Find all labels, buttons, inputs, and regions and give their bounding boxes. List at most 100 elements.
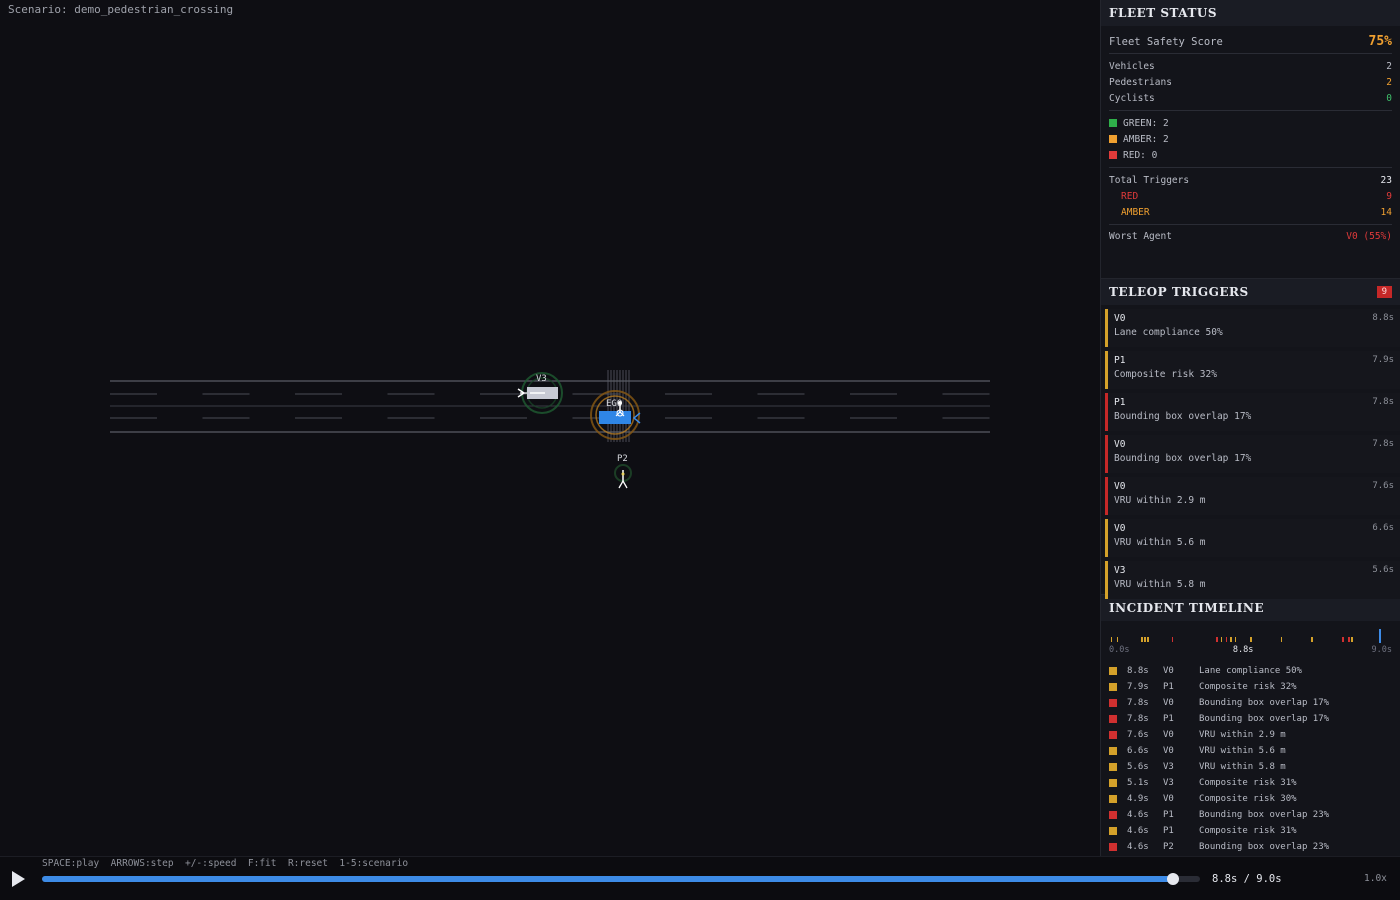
trigger-time: 7.8s (1372, 439, 1394, 449)
timeline-tick[interactable] (1141, 637, 1143, 642)
agent-counts: Vehicles 2 Pedestrians 2 Cyclists 0 (1109, 54, 1392, 111)
count-row: Pedestrians 2 (1109, 74, 1392, 90)
worst-agent-label: Worst Agent (1109, 230, 1172, 242)
teleop-trigger-item[interactable]: V0 6.6s VRU within 5.6 m (1105, 519, 1400, 557)
incident-time: 4.6s (1127, 842, 1149, 852)
legend-label: AMBER: 2 (1123, 133, 1169, 145)
timeline-tick[interactable] (1230, 637, 1232, 642)
legend-row: RED: 0 (1109, 147, 1392, 163)
trigger-message: Bounding box overlap 17% (1114, 411, 1252, 422)
teleop-trigger-item[interactable]: V0 8.8s Lane compliance 50% (1105, 309, 1400, 347)
side-panel: FLEET STATUS Fleet Safety Score 75% Vehi… (1100, 0, 1400, 856)
timeline-tick[interactable] (1116, 637, 1119, 642)
incident-row[interactable]: 7.8s V0 Bounding box overlap 17% (1109, 695, 1392, 711)
red-triggers-label: RED (1121, 190, 1139, 202)
incident-time: 5.6s (1127, 762, 1149, 772)
teleop-trigger-item[interactable]: V0 7.6s VRU within 2.9 m (1105, 477, 1400, 515)
legend-entry: GREEN: 2 (1109, 118, 1169, 129)
trigger-time: 5.6s (1372, 565, 1394, 575)
incident-list[interactable]: 8.8s V0 Lane compliance 50% 7.9s P1 Composite… (1101, 659, 1400, 855)
trigger-agent: P1 (1114, 397, 1126, 408)
incident-severity-swatch (1109, 731, 1117, 739)
scene-canvas[interactable]: Scenario: demo_pedestrian_crossing V3 EG… (0, 0, 1100, 856)
timeline-tick[interactable] (1250, 637, 1252, 642)
incident-row[interactable]: 5.6s V3 VRU within 5.8 m (1109, 759, 1392, 775)
timeline-tick[interactable] (1311, 637, 1313, 642)
incident-agent: P2 (1163, 842, 1174, 852)
timeline-tick[interactable] (1171, 637, 1174, 642)
timeline-tick[interactable] (1351, 637, 1353, 642)
incident-row[interactable]: 5.1s V3 Composite risk 31% (1109, 775, 1392, 791)
legend-row: AMBER: 2 (1109, 131, 1392, 147)
teleop-trigger-item[interactable]: P1 7.8s Bounding box overlap 17% (1105, 393, 1400, 431)
amber-triggers-label: AMBER (1121, 206, 1150, 218)
timeline-tick[interactable] (1280, 637, 1283, 642)
incident-severity-swatch (1109, 827, 1117, 835)
incident-agent: V3 (1163, 762, 1174, 772)
legend-entry: RED: 0 (1109, 150, 1157, 161)
incident-row[interactable]: 4.9s V0 Composite risk 30% (1109, 791, 1392, 807)
incident-message: Bounding box overlap 17% (1199, 714, 1330, 724)
incident-row[interactable]: 7.8s P1 Bounding box overlap 17% (1109, 711, 1392, 727)
time-readout: 8.8s / 9.0s (1212, 873, 1282, 885)
play-button[interactable] (8, 869, 28, 889)
timeline-tick[interactable] (1110, 637, 1113, 642)
incident-message: Bounding box overlap 23% (1199, 842, 1330, 852)
trigger-message: VRU within 2.9 m (1114, 495, 1206, 506)
legend-swatch (1109, 150, 1117, 159)
timeline-tick[interactable] (1216, 637, 1218, 642)
incident-severity-swatch (1109, 683, 1117, 691)
timeline-tick[interactable] (1225, 637, 1228, 642)
incident-row[interactable]: 4.6s P2 Bounding box overlap 23% (1109, 839, 1392, 855)
timeline-tick[interactable] (1220, 637, 1223, 642)
count-row: Vehicles 2 (1109, 58, 1392, 74)
legend-label: GREEN: 2 (1123, 117, 1169, 129)
trigger-message: VRU within 5.8 m (1114, 579, 1206, 590)
playback-scrubber[interactable] (42, 873, 1200, 885)
fleet-safety-score: Fleet Safety Score 75% (1109, 30, 1392, 54)
incident-severity-swatch (1109, 795, 1117, 803)
timeline-tick[interactable] (1342, 637, 1344, 642)
timeline-tick[interactable] (1144, 637, 1146, 642)
incident-time: 7.8s (1127, 698, 1149, 708)
incident-row[interactable]: 8.8s V0 Lane compliance 50% (1109, 663, 1392, 679)
incident-row[interactable]: 7.6s V0 VRU within 2.9 m (1109, 727, 1392, 743)
incident-row[interactable]: 6.6s V0 VRU within 5.6 m (1109, 743, 1392, 759)
count-value: 2 (1386, 60, 1392, 72)
count-label: Pedestrians (1109, 76, 1172, 88)
incident-message: VRU within 5.8 m (1199, 762, 1286, 772)
timeline-track[interactable]: 0.0s 8.8s 9.0s (1109, 629, 1392, 659)
trigger-message: Lane compliance 50% (1114, 327, 1223, 338)
incident-message: Composite risk 30% (1199, 794, 1297, 804)
teleop-trigger-item[interactable]: V3 5.6s VRU within 5.8 m (1105, 561, 1400, 599)
count-label: Cyclists (1109, 92, 1155, 104)
teleop-trigger-item[interactable]: P1 7.9s Composite risk 32% (1105, 351, 1400, 389)
incident-message: VRU within 2.9 m (1199, 730, 1286, 740)
trigger-time: 7.6s (1372, 481, 1394, 491)
incident-time: 4.6s (1127, 810, 1149, 820)
incident-severity-swatch (1109, 667, 1117, 675)
incident-severity-swatch (1109, 747, 1117, 755)
timeline-tick[interactable] (1147, 637, 1149, 642)
incident-severity-swatch (1109, 715, 1117, 723)
speed-readout[interactable]: 1.0x (1364, 873, 1387, 884)
incident-row[interactable]: 4.6s P1 Bounding box overlap 23% (1109, 807, 1392, 823)
scrubber-handle[interactable] (1167, 873, 1180, 885)
teleop-triggers-section: TELEOP TRIGGERS 9 V0 8.8s Lane compliance … (1101, 279, 1400, 599)
incident-row[interactable]: 4.6s P1 Composite risk 31% (1109, 823, 1392, 839)
playback-bar: SPACE:play ARROWS:step +/-:speed F:fit R… (0, 856, 1400, 900)
teleop-trigger-item[interactable]: V0 7.8s Bounding box overlap 17% (1105, 435, 1400, 473)
keyboard-hints: SPACE:play ARROWS:step +/-:speed F:fit R… (42, 858, 409, 869)
trigger-time: 8.8s (1372, 313, 1394, 323)
teleop-trigger-list[interactable]: V0 8.8s Lane compliance 50% P1 7.9s Composite… (1101, 305, 1400, 599)
count-value: 0 (1386, 92, 1392, 104)
timeline-tick[interactable] (1348, 637, 1350, 642)
fleet-status-header: FLEET STATUS (1101, 0, 1400, 26)
legend-swatch (1109, 134, 1117, 143)
incident-row[interactable]: 7.9s P1 Composite risk 32% (1109, 679, 1392, 695)
timeline-tick[interactable] (1234, 637, 1237, 642)
incident-timeline-section: INCIDENT TIMELINE 0.0s 8.8s 9.0s 8.8s V0 L… (1101, 595, 1400, 855)
incident-time: 8.8s (1127, 666, 1149, 676)
timeline-cursor[interactable] (1378, 629, 1381, 643)
worst-agent: Worst Agent V0 (55%) (1109, 225, 1392, 247)
